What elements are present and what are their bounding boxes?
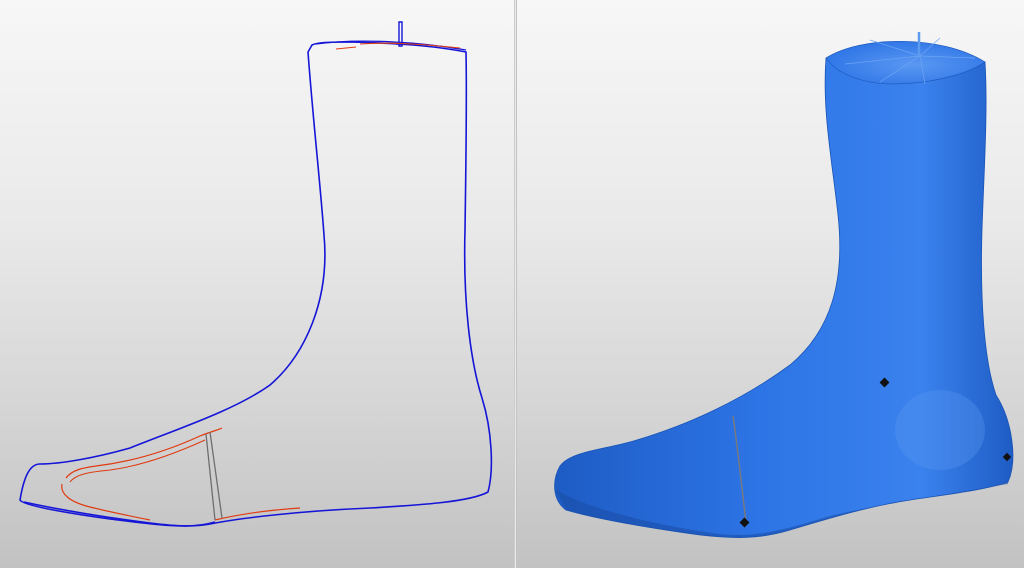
- foot-outline-drawing: [19, 21, 493, 527]
- foot-outline-curve: [19, 41, 493, 527]
- girth-measure-line-1: [205, 433, 216, 521]
- shaded-viewport[interactable]: [517, 0, 1024, 568]
- sole-curve-lower: [61, 483, 151, 521]
- girth-measure-line-2: [209, 431, 223, 519]
- outline-viewport[interactable]: [0, 0, 514, 568]
- foot-shaded-model: [554, 32, 1014, 538]
- sole-curve-upper: [65, 427, 223, 479]
- ankle-highlight: [895, 390, 985, 470]
- sole-curve-mid: [69, 439, 206, 483]
